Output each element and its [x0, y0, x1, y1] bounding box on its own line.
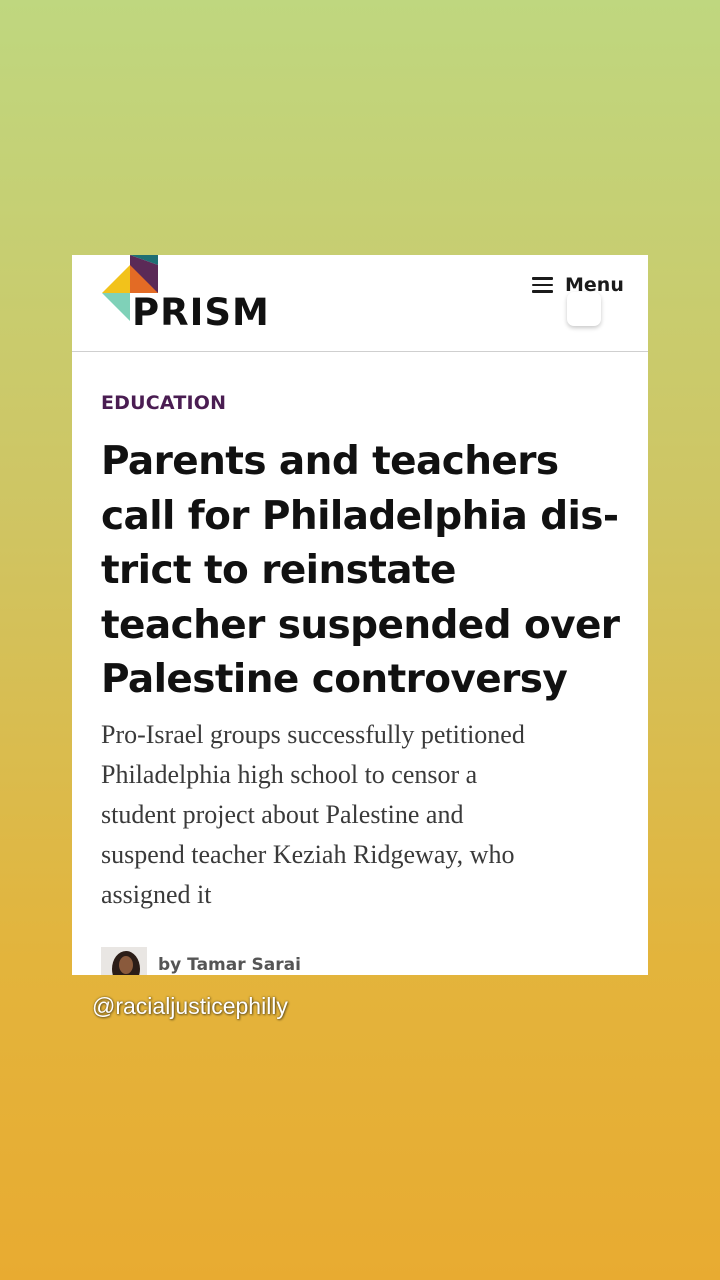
dek-line: assigned it — [101, 880, 212, 909]
author-photo-icon — [101, 947, 147, 975]
article-card: PRISM Menu EDUCATION Parents and teacher… — [72, 255, 648, 975]
author-avatar[interactable] — [101, 947, 147, 975]
headline-line: teacher suspended over — [101, 602, 620, 648]
article-headline: Parents and teachers call for Philadelph… — [101, 435, 631, 708]
floating-button[interactable] — [567, 292, 601, 326]
site-header: PRISM Menu — [72, 255, 648, 352]
dek-line: Pro-Israel groups successfully petitione… — [101, 720, 525, 749]
dek-line: suspend teacher Keziah Ridgeway, who — [101, 840, 515, 869]
dek-line: student project about Palestine and — [101, 800, 464, 829]
headline-line: Palestine controversy — [101, 657, 568, 702]
hamburger-icon — [532, 277, 553, 293]
headline-line: Parents and teachers — [101, 439, 559, 484]
article-dek: Pro-Israel groups successfully petitione… — [101, 715, 621, 915]
article-category[interactable]: EDUCATION — [101, 392, 226, 414]
handle-sticker[interactable]: @racialjusticephilly — [92, 993, 288, 1020]
headline-line: call for Philadelphia dis- — [101, 493, 619, 539]
prism-wordmark[interactable]: PRISM — [132, 291, 270, 334]
author-name[interactable]: by Tamar Sarai — [158, 955, 301, 975]
headline-line: trict to reinstate — [101, 548, 456, 593]
dek-line: Philadelphia high school to censor a — [101, 760, 478, 789]
